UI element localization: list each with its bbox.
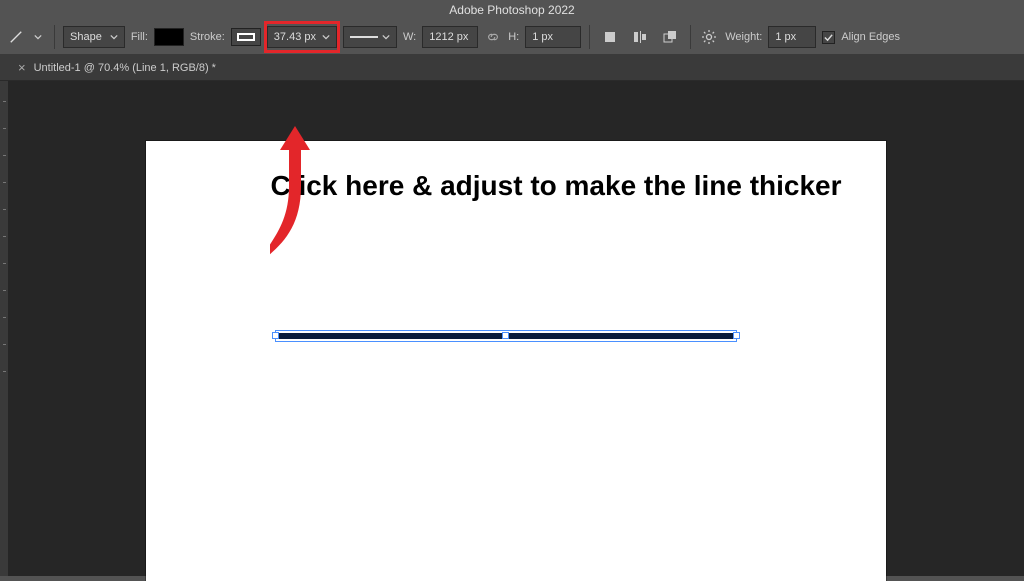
fill-label: Fill:	[131, 31, 148, 43]
stroke-label: Stroke:	[190, 31, 225, 43]
options-bar: Shape Fill: Stroke: 37.43 px W: H:	[0, 20, 1024, 55]
document-tab-bar: × Untitled-1 @ 70.4% (Line 1, RGB/8) *	[0, 55, 1024, 81]
stroke-style-dropdown[interactable]	[343, 26, 397, 48]
width-input[interactable]	[422, 26, 478, 48]
tool-preset-dropdown[interactable]	[30, 25, 46, 49]
divider	[690, 25, 691, 49]
title-bar: Adobe Photoshop 2022	[0, 0, 1024, 20]
selection-handle[interactable]	[502, 332, 509, 339]
width-label: W:	[403, 31, 416, 43]
divider	[589, 25, 590, 49]
link-dimensions-icon[interactable]	[484, 26, 502, 48]
fill-swatch[interactable]	[154, 28, 184, 46]
shape-mode-dropdown[interactable]: Shape	[63, 26, 125, 48]
document-tab-title: Untitled-1 @ 70.4% (Line 1, RGB/8) *	[34, 62, 216, 74]
height-input[interactable]	[525, 26, 581, 48]
workspace: Click here & adjust to make the line thi…	[0, 81, 1024, 576]
close-icon[interactable]: ×	[18, 60, 26, 75]
stroke-width-input[interactable]: 37.43 px	[267, 26, 337, 48]
stroke-swatch[interactable]	[231, 28, 261, 46]
left-ruler	[0, 81, 8, 576]
shape-mode-label: Shape	[70, 31, 102, 43]
document-tab[interactable]: × Untitled-1 @ 70.4% (Line 1, RGB/8) *	[8, 55, 226, 80]
align-edges-checkbox[interactable]	[822, 31, 835, 44]
selection-handle[interactable]	[733, 332, 740, 339]
app-title: Adobe Photoshop 2022	[449, 3, 574, 17]
align-edges-label: Align Edges	[841, 31, 900, 43]
weight-input[interactable]	[768, 26, 816, 48]
path-arrangement-icon[interactable]	[658, 25, 682, 49]
stroke-width-value: 37.43 px	[274, 31, 316, 43]
height-label: H:	[508, 31, 519, 43]
canvas-area[interactable]: Click here & adjust to make the line thi…	[8, 81, 1024, 576]
selection-handle[interactable]	[272, 332, 279, 339]
weight-label: Weight:	[725, 31, 762, 43]
canvas[interactable]: Click here & adjust to make the line thi…	[146, 141, 886, 581]
divider	[54, 25, 55, 49]
path-operations-icon[interactable]	[598, 25, 622, 49]
path-alignment-icon[interactable]	[628, 25, 652, 49]
annotation-text: Click here & adjust to make the line thi…	[266, 167, 846, 205]
gear-icon[interactable]	[699, 27, 719, 47]
line-tool-icon	[8, 22, 24, 52]
line-shape[interactable]	[276, 331, 736, 341]
